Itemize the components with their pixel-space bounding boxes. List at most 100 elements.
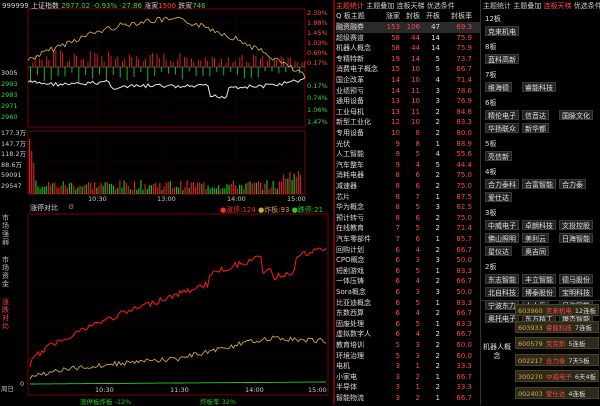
stock-button[interactable]: 佛山照明 <box>485 233 519 243</box>
table-row[interactable]: 半导体 3 1 2 33.3 <box>336 382 480 393</box>
table-row[interactable]: 在线教育 7 5 2 71.4 <box>336 223 480 234</box>
opened-cell: 5 <box>435 160 440 169</box>
volume-axis: 177.3万 147.7万 118.2万 88.6万 59091 29547 <box>1 128 26 191</box>
col-count[interactable]: 涨家 <box>382 11 400 22</box>
table-row[interactable]: 短剧游戏 6 5 1 83.3 <box>336 266 480 277</box>
table-row[interactable]: 超级赛道 58 44 14 75.9 <box>336 33 480 44</box>
stock-button[interactable]: 卓朗科技 <box>522 220 556 230</box>
stock-button[interactable]: 博泰股份 <box>522 287 556 297</box>
highlight-row[interactable]: 002403 爱仕达 4连板 <box>515 386 599 399</box>
stock-button[interactable]: 睿能科技 <box>522 82 556 92</box>
table-row[interactable]: 人工智能 9 5 4 55.6 <box>336 149 480 160</box>
stock-button[interactable]: 精伦电子 <box>485 110 519 120</box>
stock-button[interactable]: 合力泰科 <box>485 179 519 189</box>
table-row[interactable]: 专用设备 10 8 2 80.0 <box>336 128 480 139</box>
table-row[interactable]: 环境治理 5 3 2 60.0 <box>336 351 480 362</box>
tab-filter[interactable]: 优选条件 <box>574 2 600 10</box>
stock-button[interactable]: 东志智能 <box>485 274 519 284</box>
settings-icon[interactable]: ⚙ <box>68 203 74 211</box>
table-row[interactable]: 小家电 3 2 1 66.7 <box>336 372 480 383</box>
adv-bar <box>50 67 52 80</box>
volume-bar <box>257 181 260 194</box>
table-row[interactable]: 教育培训 5 3 2 60.0 <box>336 340 480 351</box>
seal-rate-cell: 71.4 <box>456 76 472 84</box>
table-row[interactable]: 智能物流 3 2 1 66.7 <box>336 393 480 404</box>
volume-bar <box>35 180 37 194</box>
stock-button[interactable]: 日海智能 <box>559 233 593 243</box>
stock-button[interactable]: 亮信新 <box>485 151 512 161</box>
table-row[interactable]: Sora概念 6 3 3 50.0 <box>336 287 480 298</box>
stock-button[interactable]: 合力泰 <box>559 179 586 189</box>
col-seal-rate[interactable]: 封板率 <box>440 11 472 22</box>
stock-button[interactable]: 维海德 <box>485 82 512 92</box>
table-row[interactable]: 汽车整车 9 4 5 44.4 <box>336 160 480 171</box>
stock-button[interactable]: 星仪达 <box>485 246 512 256</box>
stock-button[interactable]: 奥吉同 <box>522 246 549 256</box>
stock-button[interactable]: 爱仕达 <box>485 192 512 202</box>
table-row[interactable]: 固废处理 6 5 1 83.3 <box>336 319 480 330</box>
tab-theme-overlay[interactable]: 主题叠加 <box>513 2 541 10</box>
stock-button[interactable]: 国脉文化 <box>559 110 593 120</box>
highlight-row[interactable]: 603960 克来机电 12连板 <box>515 304 599 316</box>
table-row[interactable]: 华为概念 8 5 3 62.5 <box>336 202 480 213</box>
stock-button[interactable]: 信音达 <box>522 110 549 120</box>
highlight-row[interactable]: 300270 中威电子 6天4板 <box>515 370 599 382</box>
stock-button[interactable]: 文投控股 <box>559 220 593 230</box>
table-row[interactable]: 消费电子概念 15 10 5 66.7 <box>336 64 480 75</box>
table-row[interactable]: 比亚迪概念 6 5 1 83.3 <box>336 298 480 309</box>
stock-button[interactable]: 宝明科技 <box>559 287 593 297</box>
table-row[interactable]: 融资融券 153 106 47 69.3 <box>336 22 480 33</box>
count-cell: 153 <box>386 23 400 31</box>
side-tab-strength[interactable]: 市场强弱 <box>1 214 10 252</box>
table-row[interactable]: 预计转亏 8 6 2 75.0 <box>336 213 480 224</box>
table-row[interactable]: 光伏 9 8 1 88.9 <box>336 139 480 150</box>
table-row[interactable]: 业绩预亏 14 11 3 78.6 <box>336 86 480 97</box>
table-row[interactable]: CPO概念 6 3 3 50.0 <box>336 255 480 266</box>
stock-button[interactable]: 美利云 <box>522 233 549 243</box>
stock-button[interactable]: 华扬联众 <box>485 123 519 133</box>
tab-board-ladder[interactable]: 连板天梯 <box>543 2 571 10</box>
side-tab-compare[interactable]: 涨跌对比 <box>1 298 10 336</box>
table-row[interactable]: 工业母机 13 11 2 84.6 <box>336 107 480 118</box>
table-row[interactable]: 虚拟数字人 6 4 2 66.7 <box>336 329 480 340</box>
col-theme[interactable]: Q 板主题 <box>336 11 382 22</box>
table-row[interactable]: 一体压铸 6 4 2 66.7 <box>336 276 480 287</box>
table-row[interactable]: 通用设备 13 10 3 76.9 <box>336 96 480 107</box>
stock-button[interactable]: 合富智能 <box>522 179 556 189</box>
table-row[interactable]: 东数西算 6 4 2 66.7 <box>336 308 480 319</box>
highlight-row[interactable]: 600579 克劳斯 5连板 <box>515 337 599 349</box>
stock-button[interactable]: 克来机电 <box>485 26 519 36</box>
table-row[interactable]: 国企改革 14 10 4 71.4 <box>336 75 480 86</box>
table-row[interactable]: 减速器 8 6 2 75.0 <box>336 181 480 192</box>
stock-button[interactable]: 新华都 <box>522 123 549 133</box>
col-opened[interactable]: 开板 <box>422 11 440 22</box>
left-tab[interactable]: 周日 <box>1 383 14 393</box>
stock-button[interactable]: 丰立智能 <box>522 274 556 284</box>
volume-bar <box>83 185 85 194</box>
col-sealed[interactable]: 封板 <box>402 11 420 22</box>
table-row[interactable]: 机器人概念 58 44 14 75.9 <box>336 43 480 54</box>
highlight-row[interactable]: 002217 合力泰 7天5板 <box>515 353 599 366</box>
side-tab-funds[interactable]: 市场资金 <box>1 256 10 294</box>
count-cell: 15 <box>391 65 400 74</box>
tab-theme-stats[interactable]: 主题统计 <box>336 2 364 10</box>
table-row[interactable]: 电机 3 1 2 33.3 <box>336 361 480 372</box>
table-row[interactable]: 芯片 8 7 1 87.5 <box>336 192 480 203</box>
sealed-cell: 3 <box>415 341 420 349</box>
table-row[interactable]: 汽车零部件 7 6 1 85.7 <box>336 234 480 245</box>
tab-filter[interactable]: 优选条件 <box>427 2 455 10</box>
tab-board-ladder[interactable]: 连板天梯 <box>396 2 424 10</box>
tab-theme-stats[interactable]: 主题统计 <box>483 2 511 10</box>
highlight-row[interactable]: 603933 睿能科技 7连板 <box>515 320 599 333</box>
stock-button[interactable]: 蓝科高新 <box>485 54 519 64</box>
axis-label: 2960 <box>1 113 18 121</box>
compare-title[interactable]: 涨停对比 <box>30 203 58 213</box>
table-row[interactable]: 消耗电器 8 6 2 75.0 <box>336 170 480 181</box>
table-row[interactable]: 新型工业化 12 10 2 83.3 <box>336 117 480 128</box>
tab-theme-overlay[interactable]: 主题叠加 <box>366 2 394 10</box>
stock-button[interactable]: 中威电子 <box>485 220 519 230</box>
stock-button[interactable]: 德马股份 <box>559 274 593 284</box>
table-row[interactable]: 回购计划 6 4 2 66.7 <box>336 245 480 256</box>
stock-button[interactable]: 北自科技 <box>485 287 519 297</box>
table-row[interactable]: 专精特新 19 14 5 73.7 <box>336 54 480 65</box>
